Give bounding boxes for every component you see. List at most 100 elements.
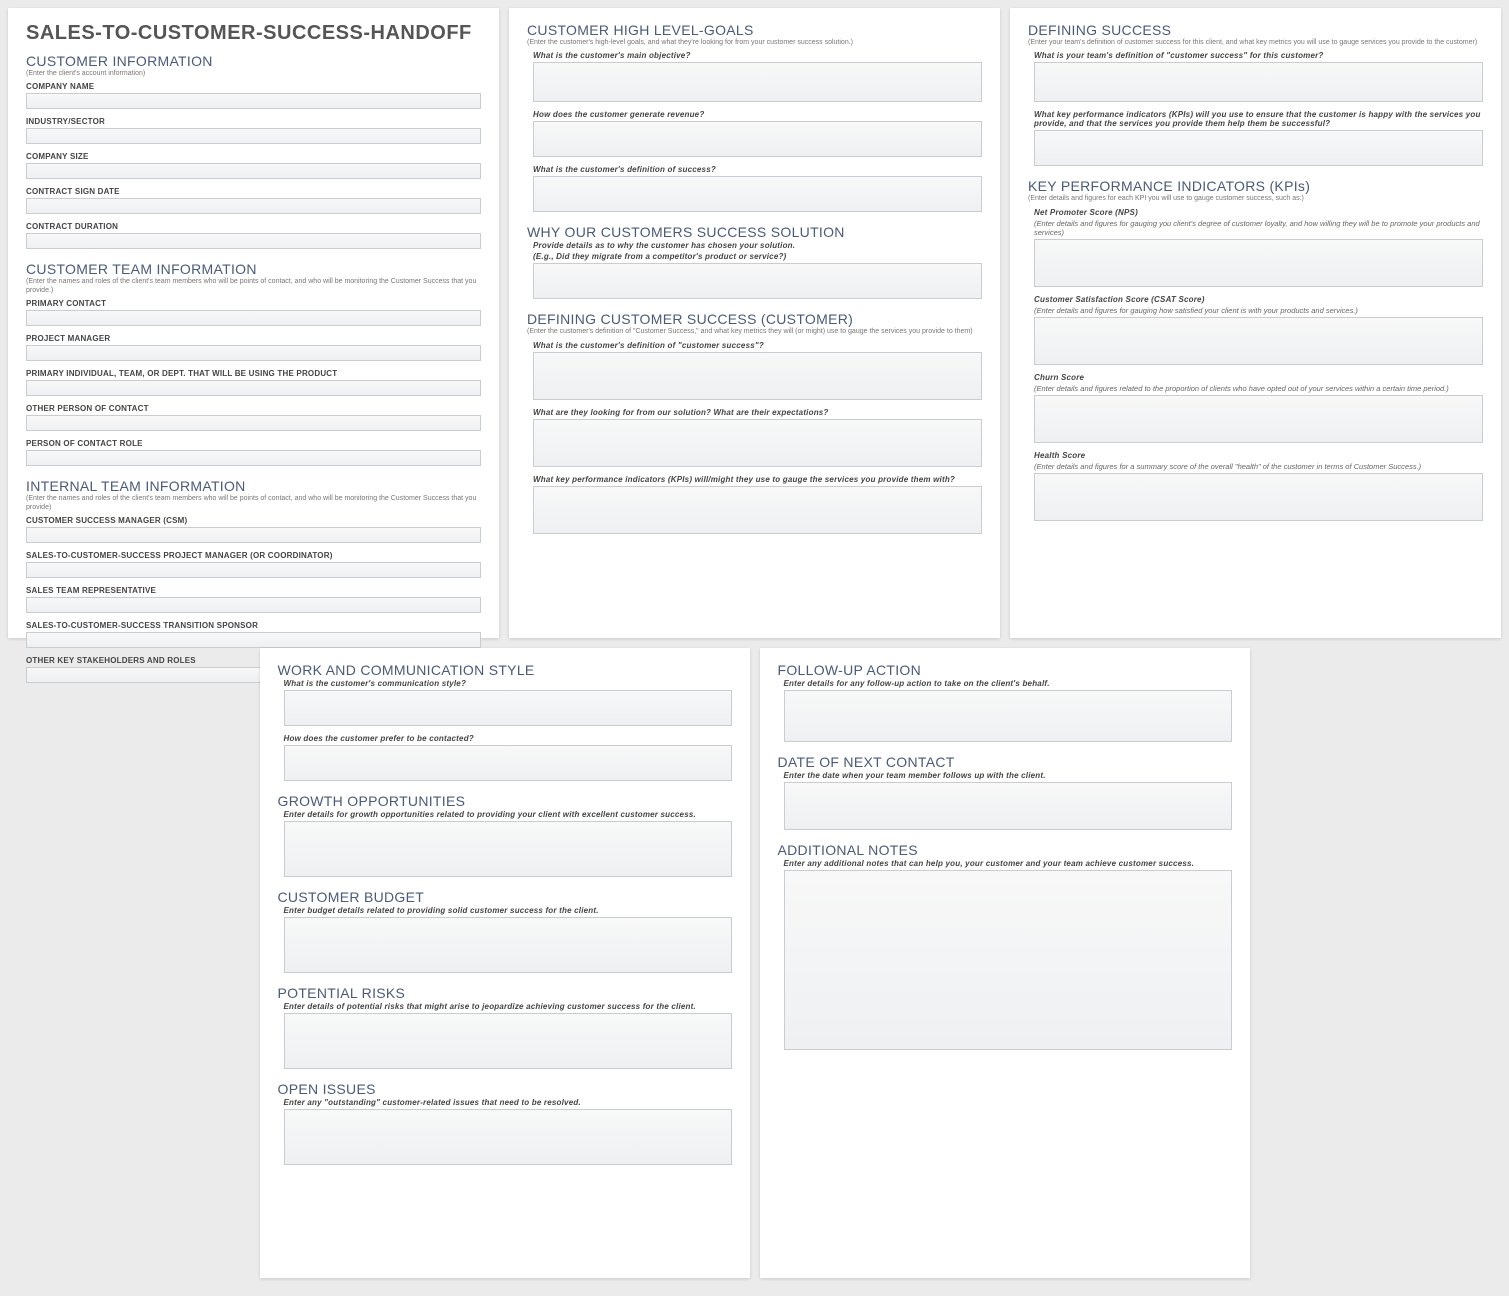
- input-followup[interactable]: [784, 690, 1232, 742]
- input-growth[interactable]: [284, 821, 732, 877]
- section-desc: (Enter the customer's high-level goals, …: [527, 39, 982, 47]
- input-pm[interactable]: [26, 562, 481, 578]
- section-risks: POTENTIAL RISKS Enter details of potenti…: [278, 985, 732, 1069]
- input-expectations[interactable]: [533, 419, 982, 467]
- label-followup: Enter details for any follow-up action t…: [784, 679, 1232, 688]
- input-risks[interactable]: [284, 1013, 732, 1069]
- label-growth: Enter details for growth opportunities r…: [284, 810, 732, 819]
- section-title: CUSTOMER TEAM INFORMATION: [26, 261, 481, 277]
- input-csat[interactable]: [1034, 317, 1483, 365]
- section-title: POTENTIAL RISKS: [278, 985, 732, 1001]
- label-churn: Churn Score: [1034, 373, 1483, 382]
- label-duration: CONTRACT DURATION: [26, 222, 481, 231]
- input-other-contact[interactable]: [26, 415, 481, 431]
- section-title: DEFINING SUCCESS: [1028, 22, 1483, 38]
- label-contact-role: PERSON OF CONTACT ROLE: [26, 439, 481, 448]
- label-pm: SALES-TO-CUSTOMER-SUCCESS PROJECT MANAGE…: [26, 551, 481, 560]
- label-def-success: What is the customer's definition of suc…: [533, 165, 982, 174]
- input-company-name[interactable]: [26, 93, 481, 109]
- desc-churn: (Enter details and figures related to th…: [1034, 384, 1483, 393]
- input-primary-contact[interactable]: [26, 310, 481, 326]
- input-revenue[interactable]: [533, 121, 982, 157]
- section-desc: (Enter the customer's definition of "Cus…: [527, 328, 982, 336]
- section-desc: (Enter the names and roles of the client…: [26, 278, 481, 295]
- input-sales-rep[interactable]: [26, 597, 481, 613]
- input-team-kpi[interactable]: [1034, 130, 1483, 166]
- label-revenue: How does the customer generate revenue?: [533, 110, 982, 119]
- label-health: Health Score: [1034, 451, 1483, 460]
- section-title: CUSTOMER INFORMATION: [26, 53, 481, 69]
- label-expectations: What are they looking for from our solut…: [533, 408, 982, 417]
- input-pref-contact[interactable]: [284, 745, 732, 781]
- input-industry[interactable]: [26, 128, 481, 144]
- label-primary-user: PRIMARY INDIVIDUAL, TEAM, OR DEPT. THAT …: [26, 369, 481, 378]
- input-budget[interactable]: [284, 917, 732, 973]
- section-next-contact: DATE OF NEXT CONTACT Enter the date when…: [778, 754, 1232, 830]
- label-company-size: COMPANY SIZE: [26, 152, 481, 161]
- label-team-kpi: What key performance indicators (KPIs) w…: [1034, 110, 1483, 128]
- section-why-solution: WHY OUR CUSTOMERS SUCCESS SOLUTION Provi…: [527, 224, 982, 299]
- input-project-manager[interactable]: [26, 345, 481, 361]
- label-project-manager: PROJECT MANAGER: [26, 334, 481, 343]
- input-notes[interactable]: [784, 870, 1232, 1050]
- section-comm-style: WORK AND COMMUNICATION STYLE What is the…: [278, 662, 732, 781]
- label-primary-contact: PRIMARY CONTACT: [26, 299, 481, 308]
- section-title: CUSTOMER HIGH LEVEL-GOALS: [527, 22, 982, 38]
- label-budget: Enter budget details related to providin…: [284, 906, 732, 915]
- section-title: CUSTOMER BUDGET: [278, 889, 732, 905]
- card-defining-kpis: DEFINING SUCCESS (Enter your team's defi…: [1010, 8, 1501, 638]
- doc-title: SALES-TO-CUSTOMER-SUCCESS-HANDOFF: [26, 22, 481, 45]
- label-sign-date: CONTRACT SIGN DATE: [26, 187, 481, 196]
- section-issues: OPEN ISSUES Enter any "outstanding" cust…: [278, 1081, 732, 1165]
- section-title: FOLLOW-UP ACTION: [778, 662, 1232, 678]
- section-desc: (Enter your team's definition of custome…: [1028, 39, 1483, 47]
- section-customer-team: CUSTOMER TEAM INFORMATION (Enter the nam…: [26, 261, 481, 466]
- input-cust-def[interactable]: [533, 352, 982, 400]
- input-primary-user[interactable]: [26, 380, 481, 396]
- input-next-date[interactable]: [784, 782, 1232, 830]
- section-title: OPEN ISSUES: [278, 1081, 732, 1097]
- label-company-name: COMPANY NAME: [26, 82, 481, 91]
- input-nps[interactable]: [1034, 239, 1483, 287]
- section-desc: (Enter the client's account information): [26, 70, 481, 78]
- label-sponsor: SALES-TO-CUSTOMER-SUCCESS TRANSITION SPO…: [26, 621, 481, 630]
- section-title: KEY PERFORMANCE INDICATORS (KPIs): [1028, 178, 1483, 194]
- input-churn[interactable]: [1034, 395, 1483, 443]
- card-goals-success: CUSTOMER HIGH LEVEL-GOALS (Enter the cus…: [509, 8, 1000, 638]
- section-desc: (Enter the names and roles of the client…: [26, 495, 481, 512]
- input-sign-date[interactable]: [26, 198, 481, 214]
- card-customer-internal: SALES-TO-CUSTOMER-SUCCESS-HANDOFF CUSTOM…: [8, 8, 499, 638]
- label-issues: Enter any "outstanding" customer-related…: [284, 1098, 732, 1107]
- label-notes: Enter any additional notes that can help…: [784, 859, 1232, 868]
- input-why[interactable]: [533, 263, 982, 299]
- label-cust-def: What is the customer's definition of "cu…: [533, 341, 982, 350]
- label-why-a: Provide details as to why the customer h…: [533, 241, 982, 250]
- section-desc: (Enter details and figures for each KPI …: [1028, 195, 1483, 203]
- input-csm[interactable]: [26, 527, 481, 543]
- section-title: DEFINING CUSTOMER SUCCESS (CUSTOMER): [527, 311, 982, 327]
- input-contact-role[interactable]: [26, 450, 481, 466]
- input-comm-style[interactable]: [284, 690, 732, 726]
- section-title: INTERNAL TEAM INFORMATION: [26, 478, 481, 494]
- input-duration[interactable]: [26, 233, 481, 249]
- label-why-b: (E.g., Did they migrate from a competito…: [533, 252, 982, 261]
- input-health[interactable]: [1034, 473, 1483, 521]
- section-notes: ADDITIONAL NOTES Enter any additional no…: [778, 842, 1232, 1050]
- label-pref-contact: How does the customer prefer to be conta…: [284, 734, 732, 743]
- label-nps: Net Promoter Score (NPS): [1034, 208, 1483, 217]
- input-def-success[interactable]: [533, 176, 982, 212]
- input-main-objective[interactable]: [533, 62, 982, 102]
- input-kpi-gauge[interactable]: [533, 486, 982, 534]
- label-csm: CUSTOMER SUCCESS MANAGER (CSM): [26, 516, 481, 525]
- input-company-size[interactable]: [26, 163, 481, 179]
- label-next-date: Enter the date when your team member fol…: [784, 771, 1232, 780]
- section-defining-customer: DEFINING CUSTOMER SUCCESS (CUSTOMER) (En…: [527, 311, 982, 533]
- desc-csat: (Enter details and figures for gauging h…: [1034, 306, 1483, 315]
- section-title: GROWTH OPPORTUNITIES: [278, 793, 732, 809]
- input-issues[interactable]: [284, 1109, 732, 1165]
- input-sponsor[interactable]: [26, 632, 481, 648]
- label-main-objective: What is the customer's main objective?: [533, 51, 982, 60]
- input-team-def[interactable]: [1034, 62, 1483, 102]
- card-followup-notes: FOLLOW-UP ACTION Enter details for any f…: [760, 648, 1250, 1278]
- section-defining-success: DEFINING SUCCESS (Enter your team's defi…: [1028, 22, 1483, 166]
